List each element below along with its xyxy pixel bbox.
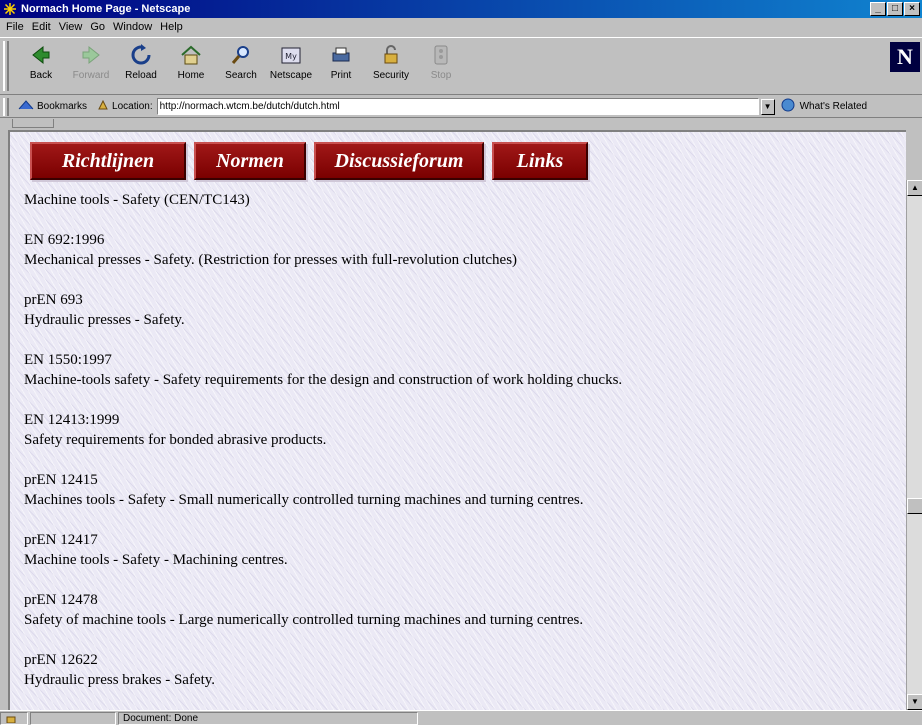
forward-arrow-icon xyxy=(78,42,104,68)
whats-related-icon xyxy=(781,98,797,115)
collapse-tab[interactable] xyxy=(12,119,54,128)
location-grip[interactable] xyxy=(3,98,9,116)
list-item: prEN 12415 Machines tools - Safety - Sma… xyxy=(24,470,622,510)
lock-icon xyxy=(378,42,404,68)
location-toolbar: Bookmarks Location: ▼ What's Related xyxy=(0,96,922,118)
scroll-up-button[interactable]: ▲ xyxy=(907,180,922,196)
security-status-icon[interactable] xyxy=(0,711,28,725)
page-heading: Machine tools - Safety (CEN/TC143) xyxy=(24,192,250,208)
bookmarks-button[interactable]: Bookmarks xyxy=(37,101,87,112)
netscape-icon: My xyxy=(278,42,304,68)
navigation-toolbar: Back Forward Reload Home Search My Netsc… xyxy=(0,37,922,95)
standard-code: EN 692:1996 xyxy=(24,232,105,248)
standard-code: prEN 12622 xyxy=(24,652,98,668)
menu-file[interactable]: File xyxy=(2,21,28,33)
toolbar-grip[interactable] xyxy=(3,41,9,91)
title-bar: Normach Home Page - Netscape _ □ × xyxy=(0,0,922,18)
security-button[interactable]: Security xyxy=(368,38,414,81)
back-arrow-icon xyxy=(28,42,54,68)
menu-bar: File Edit View Go Window Help xyxy=(0,18,922,36)
scroll-down-button[interactable]: ▼ xyxy=(907,694,922,710)
close-button[interactable]: × xyxy=(904,2,920,16)
menu-edit[interactable]: Edit xyxy=(28,21,55,33)
list-item: EN 692:1996 Mechanical presses - Safety.… xyxy=(24,230,622,270)
whats-related-button[interactable]: What's Related xyxy=(800,101,868,112)
nav-richtlijnen[interactable]: Richtlijnen xyxy=(30,142,186,180)
reload-icon xyxy=(128,42,154,68)
status-bar: Document: Done xyxy=(0,710,922,725)
progress-cell xyxy=(30,711,116,725)
url-history-dropdown[interactable]: ▼ xyxy=(760,98,775,115)
location-label: Location: xyxy=(112,101,153,112)
print-button[interactable]: Print xyxy=(318,38,364,81)
list-item: prEN 693 Hydraulic presses - Safety. xyxy=(24,290,622,330)
nav-links[interactable]: Links xyxy=(492,142,588,180)
standard-description: Hydraulic presses - Safety. xyxy=(24,312,185,328)
home-button[interactable]: Home xyxy=(168,38,214,81)
netscape-button[interactable]: My Netscape xyxy=(268,38,314,81)
list-item: prEN 12622 Hydraulic press brakes - Safe… xyxy=(24,650,622,690)
standard-code: prEN 12417 xyxy=(24,532,98,548)
standard-description: Machine tools - Safety - Machining centr… xyxy=(24,552,288,568)
nav-discussieforum[interactable]: Discussieforum xyxy=(314,142,484,180)
standard-description: Safety requirements for bonded abrasive … xyxy=(24,432,327,448)
page-content: Richtlijnen Normen Discussieforum Links … xyxy=(8,130,906,710)
search-icon xyxy=(228,42,254,68)
stop-icon xyxy=(428,42,454,68)
site-navigation: Richtlijnen Normen Discussieforum Links xyxy=(30,142,588,180)
location-icon xyxy=(97,99,109,114)
standards-list: Machine tools - Safety (CEN/TC143) EN 69… xyxy=(24,190,622,710)
stop-button[interactable]: Stop xyxy=(418,38,464,81)
standard-code: prEN 12415 xyxy=(24,472,98,488)
home-icon xyxy=(178,42,204,68)
search-button[interactable]: Search xyxy=(218,38,264,81)
standard-code: EN 1550:1997 xyxy=(24,352,112,368)
list-item: EN 1550:1997 Machine-tools safety - Safe… xyxy=(24,350,622,390)
maximize-button[interactable]: □ xyxy=(887,2,903,16)
bookmarks-icon xyxy=(18,99,34,114)
menu-window[interactable]: Window xyxy=(109,21,156,33)
reload-button[interactable]: Reload xyxy=(118,38,164,81)
standard-description: Machine-tools safety - Safety requiremen… xyxy=(24,372,623,388)
back-button[interactable]: Back xyxy=(18,38,64,81)
standard-code: prEN 693 xyxy=(24,292,83,308)
list-item: EN 12413:1999 Safety requirements for bo… xyxy=(24,410,622,450)
nav-normen[interactable]: Normen xyxy=(194,142,306,180)
netscape-app-icon xyxy=(3,2,17,16)
menu-help[interactable]: Help xyxy=(156,21,187,33)
standard-description: Machines tools - Safety - Small numerica… xyxy=(24,492,584,508)
print-icon xyxy=(328,42,354,68)
menu-go[interactable]: Go xyxy=(86,21,109,33)
status-text: Document: Done xyxy=(118,711,418,725)
standard-description: Safety of machine tools - Large numerica… xyxy=(24,612,584,628)
standard-code: EN 12413:1999 xyxy=(24,412,120,428)
forward-button[interactable]: Forward xyxy=(68,38,114,81)
personal-toolbar-tab xyxy=(0,119,922,129)
standard-code: prEN 12478 xyxy=(24,592,98,608)
minimize-button[interactable]: _ xyxy=(870,2,886,16)
standard-description: Hydraulic press brakes - Safety. xyxy=(24,672,216,688)
vertical-scrollbar[interactable]: ▲ ▼ xyxy=(906,180,922,710)
svg-text:My: My xyxy=(285,52,297,61)
menu-view[interactable]: View xyxy=(55,21,87,33)
url-field[interactable] xyxy=(156,98,759,115)
netscape-logo[interactable]: N xyxy=(890,42,920,72)
window-title: Normach Home Page - Netscape xyxy=(21,3,191,15)
list-item: prEN 12478 Safety of machine tools - Lar… xyxy=(24,590,622,630)
standard-description: Mechanical presses - Safety. (Restrictio… xyxy=(24,252,518,268)
scroll-thumb[interactable] xyxy=(907,498,922,514)
list-item: prEN 12417 Machine tools - Safety - Mach… xyxy=(24,530,622,570)
